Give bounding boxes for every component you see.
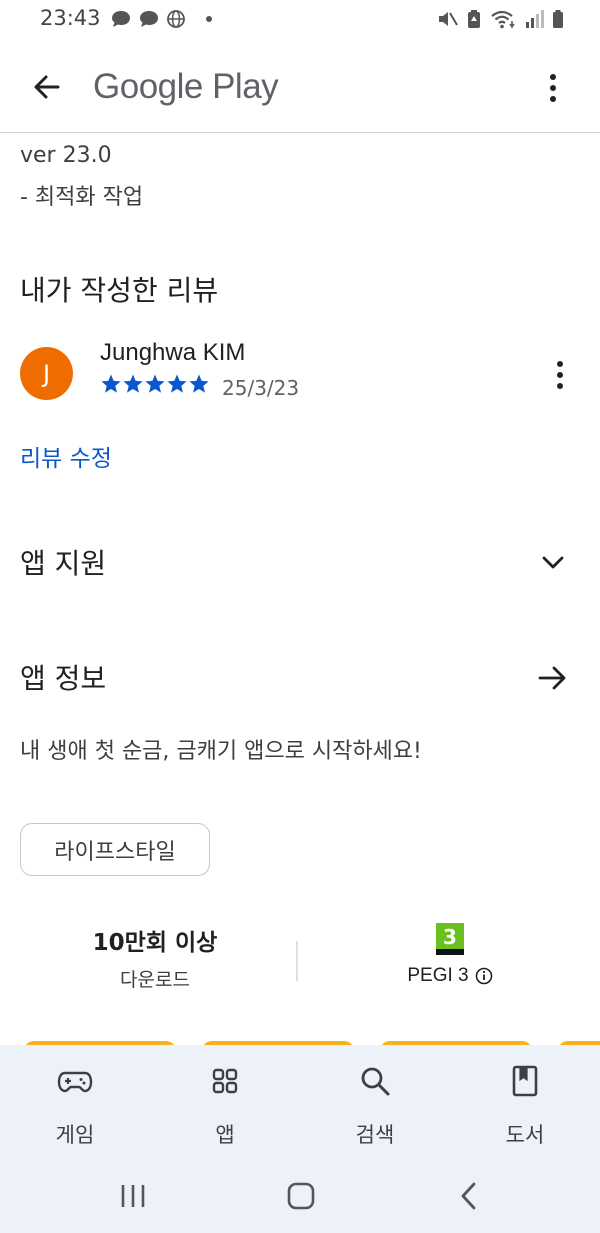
app-title: Google Play xyxy=(93,67,279,106)
home-icon[interactable] xyxy=(283,1178,319,1214)
status-right-icons xyxy=(436,9,564,29)
review-date: 25/3/23 xyxy=(222,376,300,400)
arrow-forward-icon[interactable] xyxy=(536,661,570,695)
status-left-icons xyxy=(110,9,212,29)
downloads-label: 다운로드 xyxy=(120,969,190,991)
star-icon xyxy=(167,374,187,393)
pegi-badge-number: 3 xyxy=(443,925,457,949)
apps-grid-icon xyxy=(212,1068,238,1094)
more-options-icon[interactable] xyxy=(540,69,566,109)
nav-item-search[interactable]: 검색 xyxy=(320,1063,430,1149)
mute-icon xyxy=(439,12,458,26)
avatar-initial: J xyxy=(42,359,51,388)
nav-item-apps[interactable]: 앱 xyxy=(170,1063,280,1149)
downloads-stat: 10만회 이상 다운로드 xyxy=(60,923,250,992)
system-back-icon[interactable] xyxy=(452,1178,488,1214)
content-rating-label: PEGI 3 xyxy=(407,965,469,986)
app-bar: Google Play xyxy=(0,45,600,133)
wifi-icon xyxy=(491,10,515,29)
search-icon xyxy=(361,1067,390,1096)
gamepad-icon xyxy=(57,1071,93,1093)
nav-item-books[interactable]: 도서 xyxy=(470,1063,580,1149)
app-support-title[interactable]: 앱 지원 xyxy=(20,542,106,582)
star-icon xyxy=(123,374,143,393)
status-bar: 23:43 xyxy=(0,0,600,40)
back-arrow-icon[interactable] xyxy=(28,67,68,107)
content-rating-label-row: PEGI 3 xyxy=(360,965,540,987)
recent-apps-icon[interactable] xyxy=(115,1178,151,1214)
signal-icon xyxy=(526,10,544,28)
app-details-content[interactable]: ver 23.0 - 최적화 작업 내가 작성한 리뷰 J Junghwa KI… xyxy=(0,133,600,1045)
info-icon[interactable] xyxy=(475,967,493,985)
my-review-title: 내가 작성한 리뷰 xyxy=(20,274,219,307)
review-more-options-icon[interactable] xyxy=(548,358,572,392)
nav-label-search: 검색 xyxy=(355,1123,395,1147)
nav-label-games: 게임 xyxy=(55,1123,95,1147)
globe-icon xyxy=(167,10,185,28)
book-icon xyxy=(512,1065,538,1097)
nav-item-games[interactable]: 게임 xyxy=(20,1063,130,1149)
app-info-title[interactable]: 앱 정보 xyxy=(20,657,106,697)
nav-label-books: 도서 xyxy=(505,1123,545,1147)
category-chip[interactable]: 라이프스타일 xyxy=(20,823,210,876)
star-icon xyxy=(145,374,165,393)
stat-divider xyxy=(296,941,298,981)
app-description: 내 생애 첫 순금, 금캐기 앱으로 시작하세요! xyxy=(20,739,422,764)
battery-icon xyxy=(553,10,563,28)
edit-review-link[interactable]: 리뷰 수정 xyxy=(20,439,112,473)
pegi-badge-icon: 3 xyxy=(436,923,464,955)
content-rating-stat[interactable]: 3 PEGI 3 xyxy=(360,923,540,987)
chat-bubble-icon xyxy=(112,11,130,27)
notification-dot-icon xyxy=(206,16,212,22)
chevron-down-icon[interactable] xyxy=(538,547,568,577)
battery-saver-icon xyxy=(468,10,480,28)
nav-label-apps: 앱 xyxy=(215,1123,235,1147)
star-icon xyxy=(101,374,121,393)
avatar: J xyxy=(20,347,73,400)
whats-new-note: - 최적화 작업 xyxy=(20,185,144,210)
reviewer-name: Junghwa KIM xyxy=(100,339,246,366)
review-stars xyxy=(100,373,210,395)
downloads-value: 10만회 이상 xyxy=(92,930,218,956)
star-icon xyxy=(189,374,209,393)
status-time: 23:43 xyxy=(40,6,101,30)
whats-new-version: ver 23.0 xyxy=(20,143,112,168)
chat-bubble-icon xyxy=(140,11,158,27)
system-nav-bar xyxy=(0,1160,600,1233)
